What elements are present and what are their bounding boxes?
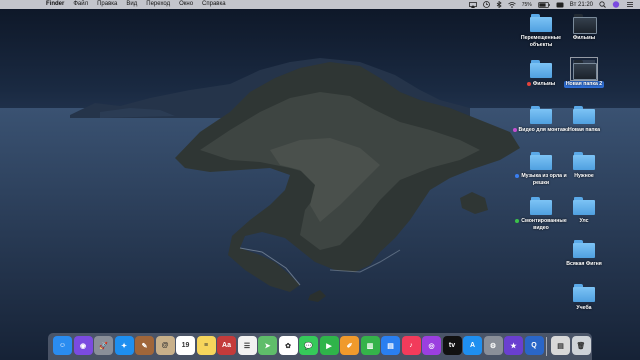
dictionary-icon[interactable]: Aa: [217, 336, 236, 355]
music-icon[interactable]: ♪: [401, 336, 421, 355]
battery-icon[interactable]: [537, 1, 550, 8]
siri-icon[interactable]: ◉: [73, 336, 93, 355]
app-store-icon[interactable]: A: [463, 336, 482, 355]
pages-icon[interactable]: ✐: [340, 336, 359, 355]
quicktime-icon[interactable]: Q: [524, 336, 544, 355]
folder-label: Учеба: [576, 305, 592, 311]
dock: ☺ ◉ 🚀 ✦ ✎ @19 ≡ Aa ☰ ➤ ✿ 💬 ▶ ✐ ▥ ▤ ♪ ◎ tv A ⚙ ★ Q ▤ 🗑: [48, 333, 592, 360]
folder-icon: [530, 197, 552, 215]
folder-icon: [530, 106, 552, 124]
clock-text[interactable]: Вт 21:20: [570, 2, 593, 8]
folder-icon: [573, 197, 595, 215]
desktop-folder-new-folder-2[interactable]: Новая папка 2: [552, 57, 616, 88]
downloads-stack-icon[interactable]: ▤: [551, 336, 570, 355]
messages-icon[interactable]: 💬: [299, 336, 318, 355]
finder-icon[interactable]: ☺: [53, 336, 72, 355]
bluetooth-icon[interactable]: [496, 1, 502, 8]
desktop-folder-study[interactable]: Учеба: [552, 284, 616, 312]
siri-menu-icon[interactable]: [612, 1, 620, 8]
launchpad-icon[interactable]: 🚀: [94, 336, 113, 355]
numbers-icon[interactable]: ▥: [360, 336, 380, 355]
folder-label: Улс: [579, 218, 589, 224]
folder-label: Новая папка 2: [563, 81, 605, 88]
desktop-folder-new-folder[interactable]: Новая папка: [552, 106, 616, 134]
folder-icon: [530, 14, 552, 32]
facetime-icon[interactable]: ▶: [319, 336, 339, 355]
notes-brown-icon[interactable]: ✎: [135, 336, 154, 355]
menu-finder[interactable]: Finder: [46, 0, 64, 9]
tag-dot: [526, 81, 531, 86]
system-preferences-icon[interactable]: ⚙: [483, 336, 503, 355]
desktop-folder-needed[interactable]: Нужное: [552, 152, 616, 180]
safari-icon[interactable]: ✦: [114, 336, 134, 355]
spotlight-search-icon[interactable]: [599, 1, 606, 8]
menu-help[interactable]: Справка: [202, 0, 226, 9]
reminders-icon[interactable]: ☰: [237, 336, 257, 355]
menu-window[interactable]: Окно: [179, 0, 193, 9]
keyboard-layout-icon[interactable]: [556, 2, 564, 8]
folder-icon: [573, 106, 595, 124]
folder-icon: [530, 152, 552, 170]
folder-label: Фильмы: [526, 81, 555, 88]
calendar-icon[interactable]: 19: [176, 336, 195, 355]
maps-icon[interactable]: ➤: [258, 336, 277, 355]
menu-go[interactable]: Переход: [146, 0, 170, 9]
trash-icon[interactable]: 🗑: [571, 336, 591, 355]
folder-icon: [570, 57, 598, 81]
keynote-icon[interactable]: ▤: [381, 336, 400, 355]
folder-icon: [573, 284, 595, 302]
battery-percent: 75%: [521, 1, 532, 8]
notes-icon[interactable]: ≡: [196, 336, 216, 355]
contacts-icon[interactable]: @: [155, 336, 175, 355]
menu-file[interactable]: Файл: [73, 0, 88, 9]
menu-edit[interactable]: Правка: [97, 0, 117, 9]
folder-icon: [573, 152, 595, 170]
folder-label: Новая папка: [567, 127, 601, 133]
dock-separator: [546, 337, 547, 356]
notification-center-icon[interactable]: [626, 1, 634, 8]
folder-icon: [573, 14, 597, 34]
folder-label: Всякая Фигня: [566, 261, 602, 267]
desktop-folder-uls[interactable]: Улс: [552, 197, 616, 225]
folder-icon: [530, 60, 552, 78]
status-area: 75% Вт 21:20: [468, 0, 634, 9]
photos-icon[interactable]: ✿: [278, 336, 298, 355]
folder-label: Нужное: [574, 173, 594, 179]
tag-dot: [512, 127, 517, 132]
tag-dot: [515, 218, 520, 223]
clock-status-icon[interactable]: [482, 1, 490, 8]
podcasts-icon[interactable]: ◎: [422, 336, 441, 355]
screen-mirroring-icon[interactable]: [468, 1, 477, 8]
desktop-folder-misc[interactable]: Всякая Фигня: [552, 240, 616, 268]
menu-view[interactable]: Вид: [126, 0, 137, 9]
desktop-folder-films[interactable]: Фильмы: [552, 14, 616, 42]
tv-icon[interactable]: tv: [442, 336, 462, 355]
menu-bar: Finder Файл Правка Вид Переход Окно Спра…: [0, 0, 640, 9]
imovie-icon[interactable]: ★: [504, 336, 523, 355]
folder-label: Фильмы: [572, 35, 596, 41]
wifi-icon[interactable]: [507, 1, 516, 8]
folder-icon: [573, 240, 595, 258]
tag-dot: [515, 173, 520, 178]
